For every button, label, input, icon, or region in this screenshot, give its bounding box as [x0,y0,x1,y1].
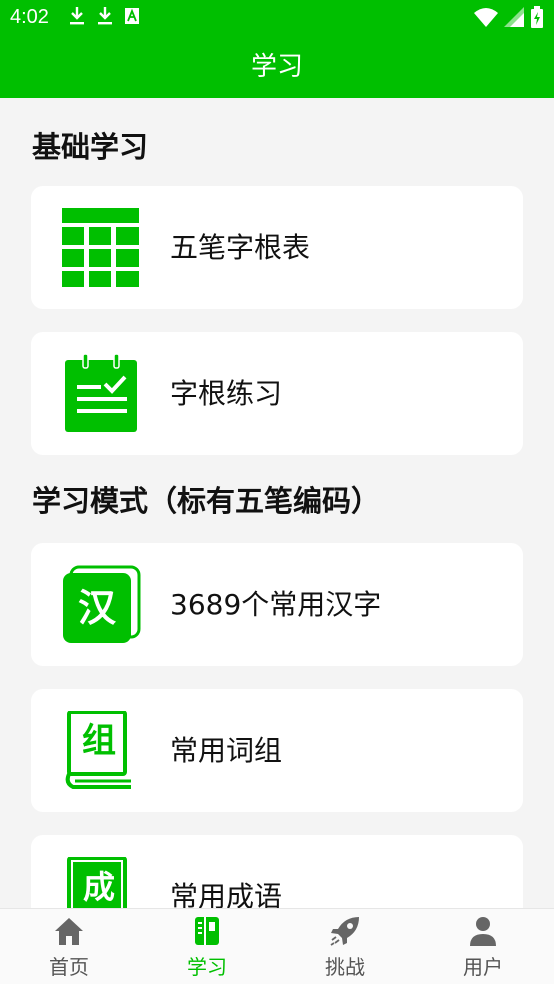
battery-icon [531,6,543,28]
card-common-phrases[interactable]: 组 常用词组 [31,689,523,812]
bottom-nav: 首页 学习 挑战 用户 [0,908,554,984]
han-char-icon-text: 汉 [77,586,116,630]
nav-item-home[interactable]: 首页 [0,909,138,984]
table-grid-icon [62,208,139,287]
card-label: 常用成语 [170,880,283,908]
status-time: 4:02 [10,6,49,28]
card-common-chars[interactable]: 汉 3689个常用汉字 [31,543,523,666]
nav-item-challenge[interactable]: 挑战 [276,909,414,984]
nav-item-user[interactable]: 用户 [414,909,552,984]
signal-icon [504,7,524,27]
user-icon [470,917,496,946]
section-title-mode: 学习模式（标有五笔编码） [32,484,381,518]
download-icon [70,7,84,25]
home-icon [55,918,83,945]
download-icon [98,7,112,25]
nav-item-study[interactable]: 学习 [138,909,276,984]
card-label: 常用词组 [170,734,283,767]
card-common-idioms[interactable]: 成 常用成语 [31,835,523,908]
cheng-book-icon-text: 成 [82,868,115,906]
card-radical-practice[interactable]: 字根练习 [31,332,523,455]
checklist-icon [65,354,137,432]
rocket-icon [330,917,359,946]
nav-label: 首页 [49,955,89,979]
nav-label: 学习 [187,955,227,979]
book-icon [195,917,219,945]
font-a-icon [125,8,139,24]
section-title-basic: 基础学习 [32,130,149,164]
card-label: 字根练习 [170,377,283,410]
page-title: 学习 [250,52,303,82]
content-scroll[interactable]: 基础学习 五笔字根表 字根练习 学习模式（标有五笔编码） 汉 3689个常用汉字… [0,98,554,908]
zu-book-icon-text: 组 [82,721,116,761]
nav-label: 挑战 [325,955,365,979]
card-radical-table[interactable]: 五笔字根表 [31,186,523,309]
wifi-icon [474,8,498,27]
card-label: 五笔字根表 [170,231,311,264]
app-bar: 学习 [0,36,554,98]
card-label: 3689个常用汉字 [170,588,382,621]
status-bar: 4:02 [0,0,554,36]
nav-label: 用户 [463,955,503,979]
